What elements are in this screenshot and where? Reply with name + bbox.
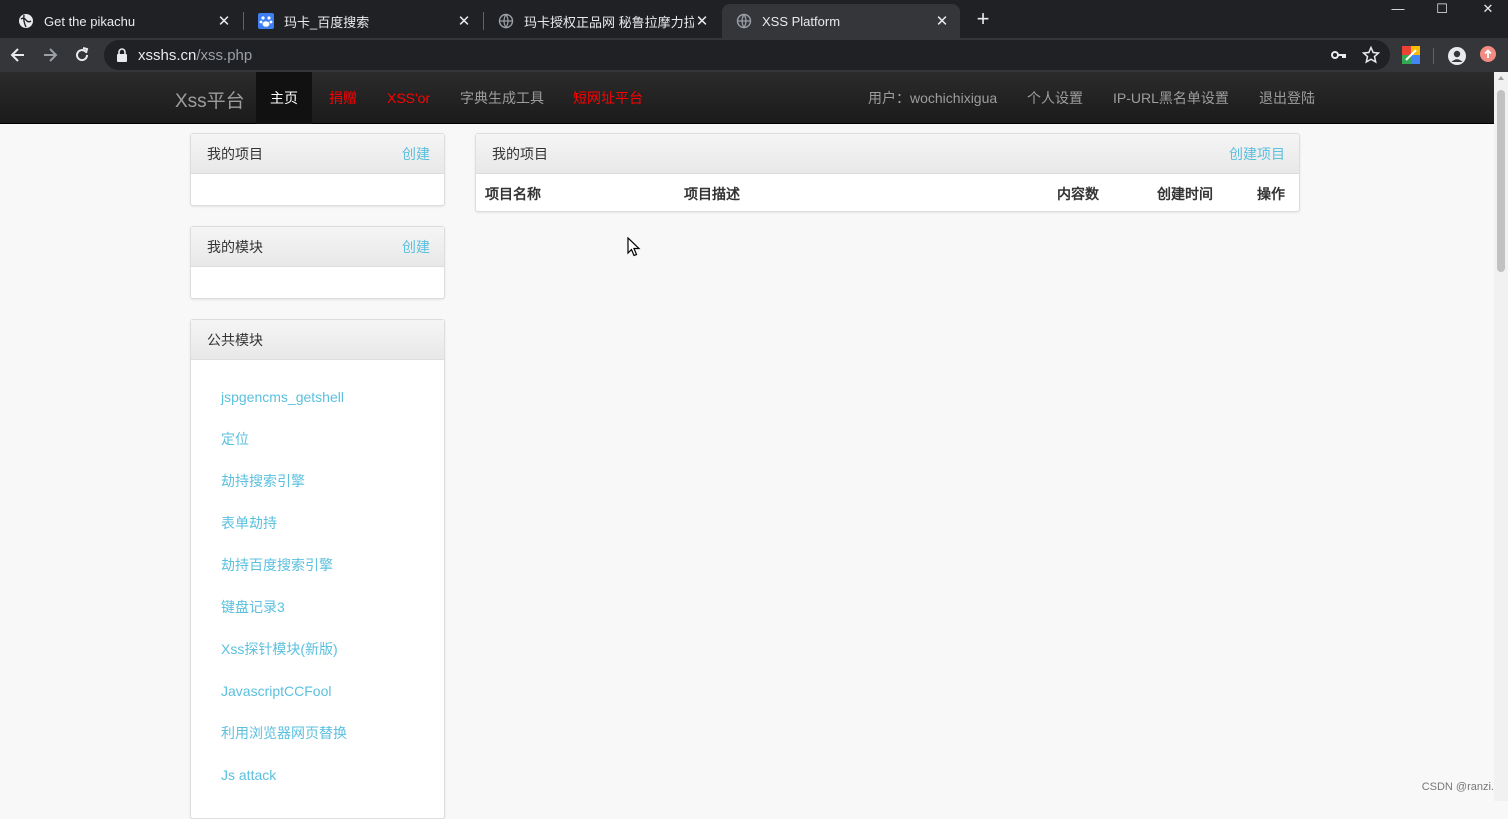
public-module-list: jspgencms_getshell 定位 劫持搜索引擎 表单劫持 劫持百度搜索… (191, 360, 444, 796)
column-header-content-count: 内容数 (1057, 184, 1099, 204)
module-link[interactable]: 定位 (221, 418, 444, 460)
projects-table-panel: 我的项目 创建项目 项目名称 项目描述 内容数 创建时间 操作 (475, 133, 1300, 212)
nav-user[interactable]: 用户：wochichixigua (854, 72, 1011, 124)
browser-tab-strip: Get the pikachu ✕ 玛卡_百度搜索 ✕ 玛卡授权正品网 秘鲁拉摩… (0, 0, 1508, 38)
mouse-cursor-icon (627, 237, 641, 263)
panel-title: 我的项目 (207, 144, 263, 164)
column-header-description: 项目描述 (684, 184, 740, 204)
column-header-created-time: 创建时间 (1157, 184, 1213, 204)
public-modules-panel: 公共模块 jspgencms_getshell 定位 劫持搜索引擎 表单劫持 劫… (190, 319, 445, 819)
column-header-actions: 操作 (1257, 184, 1285, 204)
reload-button[interactable] (69, 42, 95, 68)
forward-arrow-icon (41, 46, 59, 64)
tab-title: 玛卡授权正品网 秘鲁拉摩力拉玛 (524, 12, 694, 31)
tab-close-icon[interactable]: ✕ (456, 12, 472, 30)
tab-close-icon[interactable]: ✕ (934, 12, 950, 30)
url-host: xsshs.cn (138, 47, 196, 64)
nav-personal-settings[interactable]: 个人设置 (1013, 72, 1097, 124)
create-module-link[interactable]: 创建 (402, 237, 430, 257)
panel-header: 我的项目 创建项目 (476, 134, 1299, 174)
new-tab-button[interactable]: + (972, 6, 994, 32)
url-path: /xss.php (196, 47, 252, 64)
panel-title: 我的项目 (492, 144, 548, 164)
module-link[interactable]: JavascriptCCFool (221, 670, 444, 712)
tab-close-icon[interactable]: ✕ (694, 12, 710, 30)
key-icon[interactable] (1330, 46, 1348, 64)
extension-icon[interactable] (1402, 46, 1420, 64)
globe-icon (736, 13, 752, 29)
nav-logout[interactable]: 退出登陆 (1245, 72, 1329, 124)
create-project-link[interactable]: 创建 (402, 144, 430, 164)
minimize-button[interactable]: — (1383, 0, 1413, 18)
site-navbar: Xss平台 主页 捐赠 XSS'or 字典生成工具 短网址平台 用户：wochi… (0, 72, 1494, 124)
back-arrow-icon (9, 46, 27, 64)
nav-short-url[interactable]: 短网址平台 (559, 72, 657, 124)
tab-title: XSS Platform (762, 14, 934, 29)
back-button[interactable] (5, 42, 31, 68)
tab-close-icon[interactable]: ✕ (216, 12, 232, 30)
bookmark-star-icon[interactable] (1362, 46, 1380, 64)
create-project-button[interactable]: 创建项目 (1229, 144, 1285, 164)
module-link[interactable]: Js attack (221, 754, 444, 796)
browser-tab-2[interactable]: 玛卡_百度搜索 ✕ (244, 4, 482, 38)
table-header-row: 项目名称 项目描述 内容数 创建时间 操作 (476, 174, 1299, 210)
module-link[interactable]: 劫持搜索引擎 (221, 460, 444, 502)
panel-header: 我的项目 创建 (191, 134, 444, 174)
nav-dictionary-tool[interactable]: 字典生成工具 (446, 72, 558, 124)
nav-home[interactable]: 主页 (256, 72, 312, 124)
globe-icon (498, 13, 514, 29)
forward-button[interactable] (37, 42, 63, 68)
module-link[interactable]: 利用浏览器网页替换 (221, 712, 444, 754)
module-link[interactable]: Xss探针模块(新版) (221, 628, 444, 670)
watermark: CSDN @ranzi. (1422, 781, 1494, 793)
scroll-thumb[interactable] (1497, 90, 1505, 272)
update-icon[interactable] (1480, 46, 1498, 64)
panel-header: 我的模块 创建 (191, 227, 444, 267)
tab-title: 玛卡_百度搜索 (284, 12, 456, 31)
module-link[interactable]: 表单劫持 (221, 502, 444, 544)
browser-tab-1[interactable]: Get the pikachu ✕ (4, 4, 242, 38)
address-bar[interactable]: xsshs.cn/xss.php (104, 40, 1390, 70)
browser-tab-4-active[interactable]: XSS Platform ✕ (722, 4, 960, 38)
panel-title: 我的模块 (207, 237, 263, 257)
page-scrollbar[interactable] (1494, 72, 1508, 801)
globe-icon (18, 13, 34, 29)
browser-tab-3[interactable]: 玛卡授权正品网 秘鲁拉摩力拉玛 ✕ (484, 4, 720, 38)
tab-title: Get the pikachu (44, 14, 216, 29)
module-link[interactable]: 劫持百度搜索引擎 (221, 544, 444, 586)
toolbar-divider (1433, 48, 1434, 64)
nav-donate[interactable]: 捐赠 (315, 72, 371, 124)
lock-icon (116, 48, 130, 62)
site-brand[interactable]: Xss平台 (175, 86, 245, 113)
browser-toolbar: xsshs.cn/xss.php (0, 38, 1508, 72)
profile-avatar-icon[interactable] (1447, 46, 1465, 64)
my-modules-panel: 我的模块 创建 (190, 226, 445, 299)
maximize-button[interactable]: ☐ (1427, 0, 1457, 18)
nav-xssor[interactable]: XSS'or (373, 72, 444, 124)
scroll-up-arrow-icon[interactable] (1498, 76, 1504, 80)
reload-icon (73, 46, 91, 64)
baidu-icon (258, 13, 274, 29)
my-projects-panel: 我的项目 创建 (190, 133, 445, 206)
panel-title: 公共模块 (207, 330, 263, 350)
module-link[interactable]: jspgencms_getshell (221, 376, 444, 418)
module-link[interactable]: 键盘记录3 (221, 586, 444, 628)
close-window-button[interactable]: ✕ (1473, 0, 1503, 18)
nav-ip-url-blacklist[interactable]: IP-URL黑名单设置 (1099, 72, 1243, 124)
panel-header: 公共模块 (191, 320, 444, 360)
column-header-name: 项目名称 (485, 184, 541, 204)
